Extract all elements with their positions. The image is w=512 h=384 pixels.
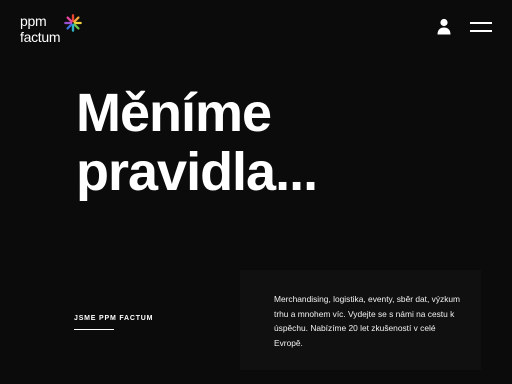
menu-button[interactable] bbox=[470, 20, 494, 34]
info-card: Merchandising, logistika, eventy, sběr d… bbox=[240, 270, 481, 370]
hero-headline-line-1: Měníme bbox=[76, 83, 272, 143]
logo-star-ray bbox=[66, 16, 73, 23]
user-account-button[interactable] bbox=[436, 18, 452, 36]
hero-headline-line-2: pravidla... bbox=[76, 142, 318, 202]
about-link-underline bbox=[74, 329, 114, 330]
ppm-factum-logo[interactable]: ppm factum bbox=[20, 14, 90, 48]
info-description: Merchandising, logistika, eventy, sběr d… bbox=[274, 294, 461, 348]
about-us-link[interactable]: JSME PPM FACTUM bbox=[74, 315, 153, 322]
logo-text-factum: factum bbox=[20, 29, 61, 45]
logo-star-ray bbox=[66, 23, 73, 30]
user-icon bbox=[437, 18, 451, 35]
hero-headline: Měníme pravidla... bbox=[76, 83, 318, 202]
logo-star-ray bbox=[73, 23, 80, 30]
hamburger-menu-icon-line-bottom bbox=[470, 30, 492, 32]
logo-star-icon bbox=[64, 14, 82, 32]
hamburger-menu-icon-line-top bbox=[470, 22, 492, 24]
logo-text-ppm: ppm bbox=[20, 13, 47, 29]
logo-star-ray bbox=[73, 16, 80, 23]
